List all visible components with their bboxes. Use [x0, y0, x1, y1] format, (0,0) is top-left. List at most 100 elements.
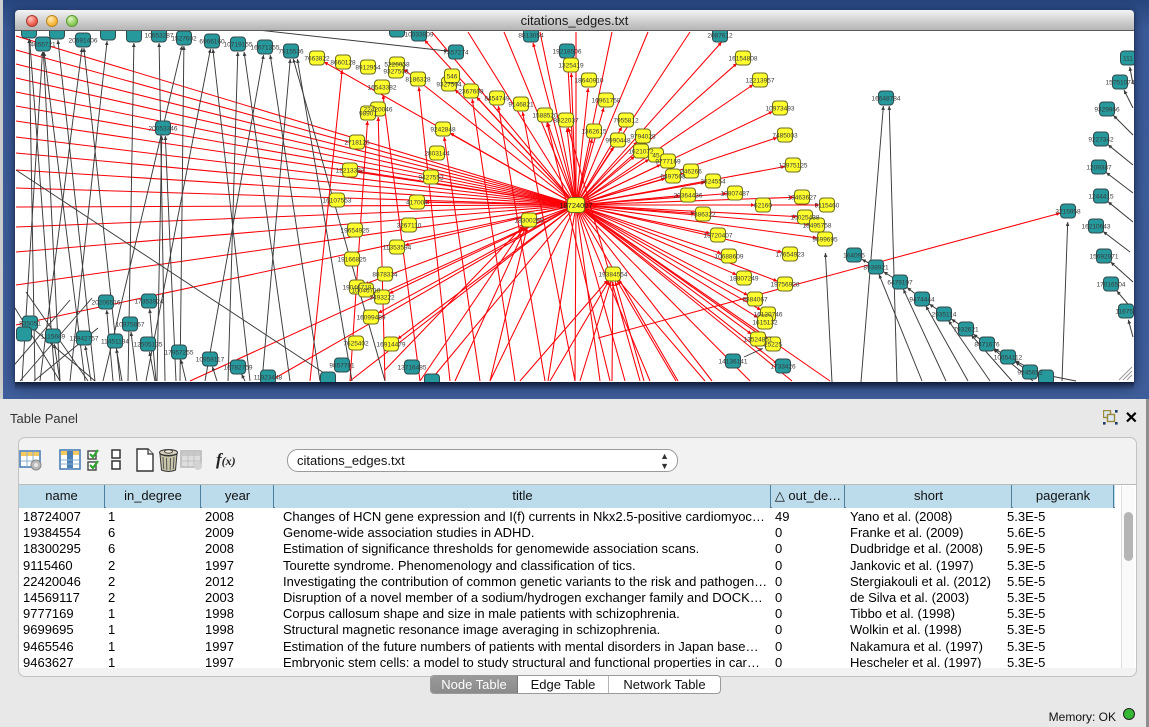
svg-text:7932621: 7932621 — [953, 327, 979, 334]
svg-text:20691406: 20691406 — [69, 38, 98, 45]
svg-text:10688609: 10688609 — [715, 254, 744, 261]
svg-text:7485003: 7485003 — [772, 133, 798, 140]
svg-text:19166825: 19166825 — [338, 257, 367, 264]
svg-text:1209387: 1209387 — [1086, 165, 1112, 172]
svg-text:8822037: 8822037 — [553, 118, 579, 125]
svg-text:12975125: 12975125 — [779, 163, 808, 170]
svg-text:19654925: 19654925 — [341, 228, 370, 235]
svg-text:9794028: 9794028 — [630, 134, 656, 141]
svg-text:9884067: 9884067 — [742, 297, 768, 304]
svg-text:9699695: 9699695 — [812, 237, 838, 244]
svg-text:10973493: 10973493 — [766, 106, 795, 113]
svg-text:16782759: 16782759 — [224, 365, 253, 372]
svg-text:111: 111 — [1123, 56, 1133, 63]
svg-text:4055721: 4055721 — [30, 42, 56, 49]
svg-text:1615132: 1615132 — [752, 320, 778, 327]
svg-text:17016504: 17016504 — [1097, 282, 1126, 289]
svg-text:1244415: 1244415 — [1088, 194, 1114, 201]
svg-text:7357274: 7357274 — [443, 50, 469, 57]
svg-text:15720407: 15720407 — [704, 233, 733, 240]
svg-text:20364436: 20364436 — [674, 193, 703, 200]
svg-text:20053346: 20053346 — [149, 126, 178, 133]
svg-text:7625402: 7625402 — [343, 341, 369, 348]
svg-text:12213383: 12213383 — [336, 168, 365, 175]
svg-text:9327503: 9327503 — [383, 69, 409, 76]
svg-text:19463627: 19463627 — [788, 195, 817, 202]
svg-text:2803144: 2803144 — [424, 151, 450, 158]
svg-text:6966160: 6966160 — [199, 39, 225, 46]
svg-text:9777169: 9777169 — [655, 159, 681, 166]
svg-text:2367608: 2367608 — [458, 89, 484, 96]
svg-text:11451194: 11451194 — [101, 339, 129, 346]
svg-text:16099489: 16099489 — [357, 315, 386, 322]
svg-text:1115689: 1115689 — [41, 334, 66, 341]
svg-text:10025438: 10025438 — [791, 215, 820, 222]
svg-text:16671355: 16671355 — [251, 45, 280, 52]
svg-text:9427552: 9427552 — [418, 175, 444, 182]
svg-text:16648784: 16648784 — [872, 96, 901, 103]
svg-text:14136141: 14136141 — [719, 359, 748, 366]
svg-text:16107553: 16107553 — [323, 198, 352, 205]
svg-text:6479197: 6479197 — [887, 280, 913, 287]
svg-text:16961758: 16961758 — [592, 98, 621, 105]
svg-text:11923448: 11923448 — [254, 375, 283, 382]
svg-text:11353594: 11353594 — [383, 245, 412, 252]
svg-text:15751074: 15751074 — [1106, 80, 1134, 87]
svg-text:10807487: 10807487 — [721, 191, 750, 198]
svg-text:10046718: 10046718 — [352, 288, 381, 295]
svg-text:3267110: 3267110 — [397, 223, 422, 230]
svg-text:8813054: 8813054 — [518, 33, 544, 40]
svg-text:3215958: 3215958 — [1055, 209, 1081, 216]
svg-text:20206516: 20206516 — [92, 300, 121, 307]
svg-text:12505135: 12505135 — [134, 342, 163, 349]
svg-text:1621072: 1621072 — [628, 149, 654, 156]
svg-text:2935114: 2935114 — [932, 312, 957, 319]
svg-text:2087612: 2087612 — [707, 33, 733, 40]
svg-text:13716485: 13716485 — [398, 365, 427, 372]
svg-text:10033809: 10033809 — [405, 32, 434, 39]
svg-text:1733426: 1733426 — [770, 364, 796, 371]
svg-text:19384554: 19384554 — [599, 272, 628, 279]
svg-text:16210643: 16210643 — [1082, 224, 1111, 231]
svg-text:116753: 116753 — [1115, 309, 1134, 316]
svg-text:3824554: 3824554 — [700, 179, 726, 186]
svg-text:8660128: 8660128 — [330, 60, 356, 67]
svg-text:10719155: 10719155 — [224, 42, 253, 49]
svg-text:15692971: 15692971 — [1090, 254, 1119, 261]
svg-text:17957255: 17957255 — [165, 350, 194, 357]
svg-text:10975867: 10975867 — [116, 322, 145, 329]
svg-text:1325419: 1325419 — [558, 63, 584, 70]
svg-text:12942757: 12942757 — [70, 336, 99, 343]
svg-text:18300295: 18300295 — [515, 218, 544, 225]
svg-text:16120746: 16120746 — [754, 312, 783, 319]
svg-text:8912954: 8912954 — [355, 65, 381, 72]
svg-text:9245652: 9245652 — [1017, 370, 1043, 377]
svg-text:1362615: 1362615 — [581, 129, 607, 136]
svg-text:16154808: 16154808 — [729, 56, 758, 63]
svg-text:18495758: 18495758 — [803, 223, 832, 230]
svg-text:25225: 25225 — [764, 342, 782, 349]
svg-text:9857791: 9857791 — [329, 363, 355, 370]
svg-text:10653287: 10653287 — [145, 33, 174, 40]
svg-text:19218506: 19218506 — [553, 49, 582, 56]
svg-text:10654112: 10654112 — [994, 355, 1023, 362]
svg-text:9227342: 9227342 — [1088, 137, 1114, 144]
svg-text:19756928: 19756928 — [771, 282, 800, 289]
svg-text:16543382: 16543382 — [368, 85, 397, 92]
svg-text:18640910: 18640910 — [575, 78, 604, 85]
svg-text:18807249: 18807249 — [730, 276, 759, 283]
svg-text:8454749: 8454749 — [484, 96, 510, 103]
svg-text:7515536: 7515536 — [278, 49, 304, 56]
svg-text:9329966: 9329966 — [1094, 107, 1120, 114]
svg-text:9146821: 9146821 — [508, 102, 534, 109]
svg-text:7663822: 7663822 — [304, 56, 330, 63]
svg-text:45: 45 — [652, 153, 660, 160]
svg-text:17654923: 17654923 — [776, 252, 805, 259]
svg-text:9990448: 9990448 — [605, 138, 631, 145]
svg-text:16914479: 16914479 — [377, 342, 406, 349]
svg-text:62160: 62160 — [754, 203, 772, 210]
svg-text:98901: 98901 — [359, 111, 377, 118]
svg-text:6497568: 6497568 — [660, 174, 686, 181]
svg-text:164095: 164095 — [843, 253, 865, 260]
svg-text:3493222: 3493222 — [369, 295, 395, 302]
